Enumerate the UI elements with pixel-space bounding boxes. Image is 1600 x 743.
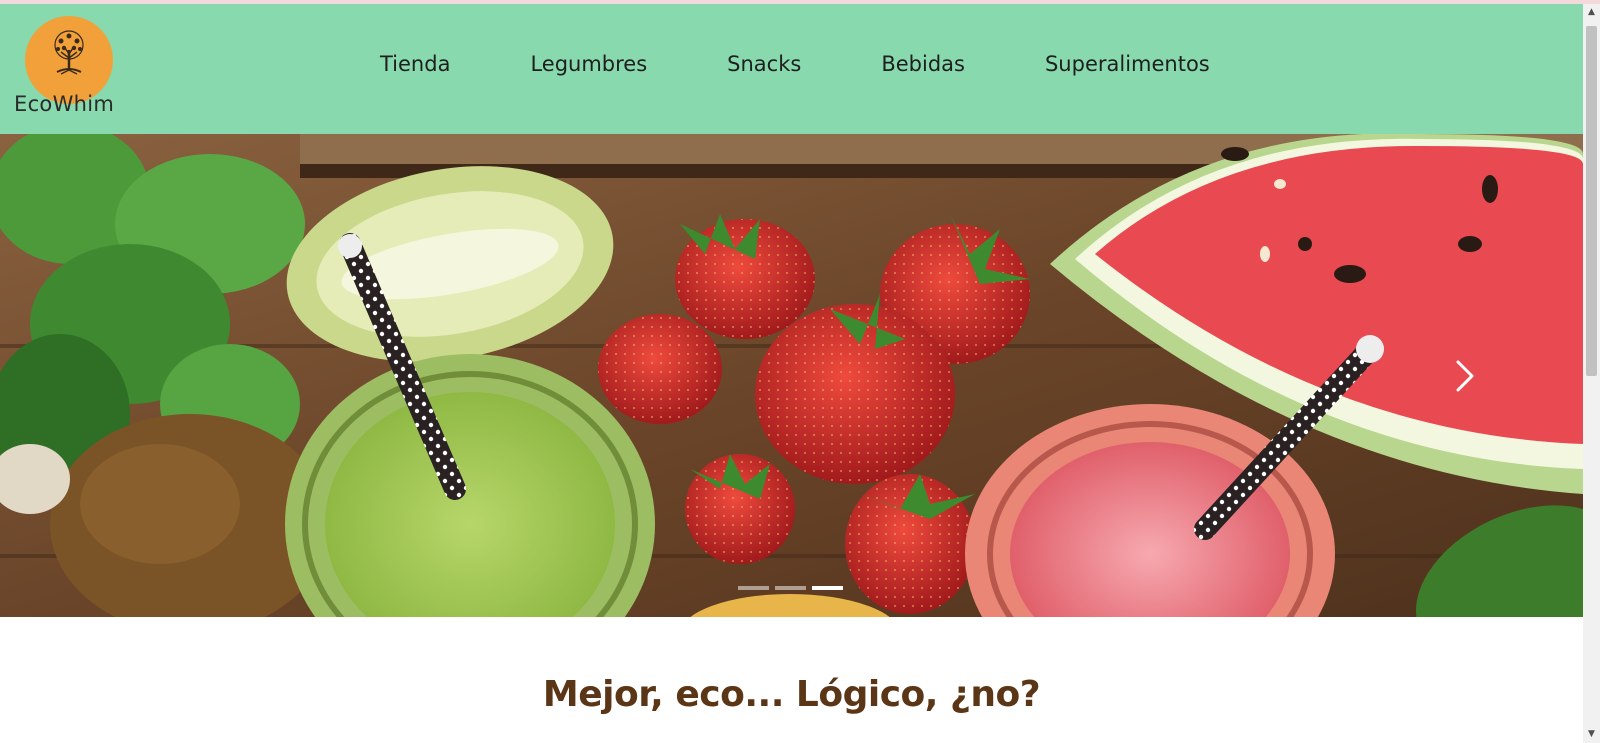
site-header: EcoWhim Tienda Legumbres Snacks Bebidas …	[0, 4, 1583, 134]
nav-item-superalimentos[interactable]: Superalimentos	[1045, 48, 1210, 84]
scroll-thumb[interactable]	[1586, 26, 1597, 376]
page-tagline: Mejor, eco... Lógico, ¿no?	[542, 674, 1041, 715]
nav-item-tienda[interactable]: Tienda	[380, 48, 450, 84]
logo[interactable]: EcoWhim	[12, 16, 128, 116]
vertical-scrollbar[interactable]: ▲ ▼	[1583, 4, 1600, 743]
brand-name: EcoWhim	[14, 92, 115, 116]
hero-carousel	[0, 134, 1583, 617]
scroll-down-arrow-icon[interactable]: ▼	[1583, 726, 1600, 743]
nav-item-snacks[interactable]: Snacks	[727, 48, 801, 84]
carousel-indicator-1[interactable]	[738, 586, 769, 590]
nav-item-legumbres[interactable]: Legumbres	[530, 48, 647, 84]
scroll-up-arrow-icon[interactable]: ▲	[1583, 4, 1600, 21]
fruit-smoothies-photo	[0, 134, 1583, 617]
main-nav: Tienda Legumbres Snacks Bebidas Superali…	[380, 48, 1210, 84]
carousel-indicator-2[interactable]	[775, 586, 806, 590]
nav-item-bebidas[interactable]: Bebidas	[881, 48, 965, 84]
chevron-right-icon[interactable]	[1450, 356, 1480, 396]
carousel-indicator-3-active[interactable]	[812, 586, 843, 590]
carousel-indicators	[738, 586, 843, 590]
tree-icon	[54, 30, 84, 75]
